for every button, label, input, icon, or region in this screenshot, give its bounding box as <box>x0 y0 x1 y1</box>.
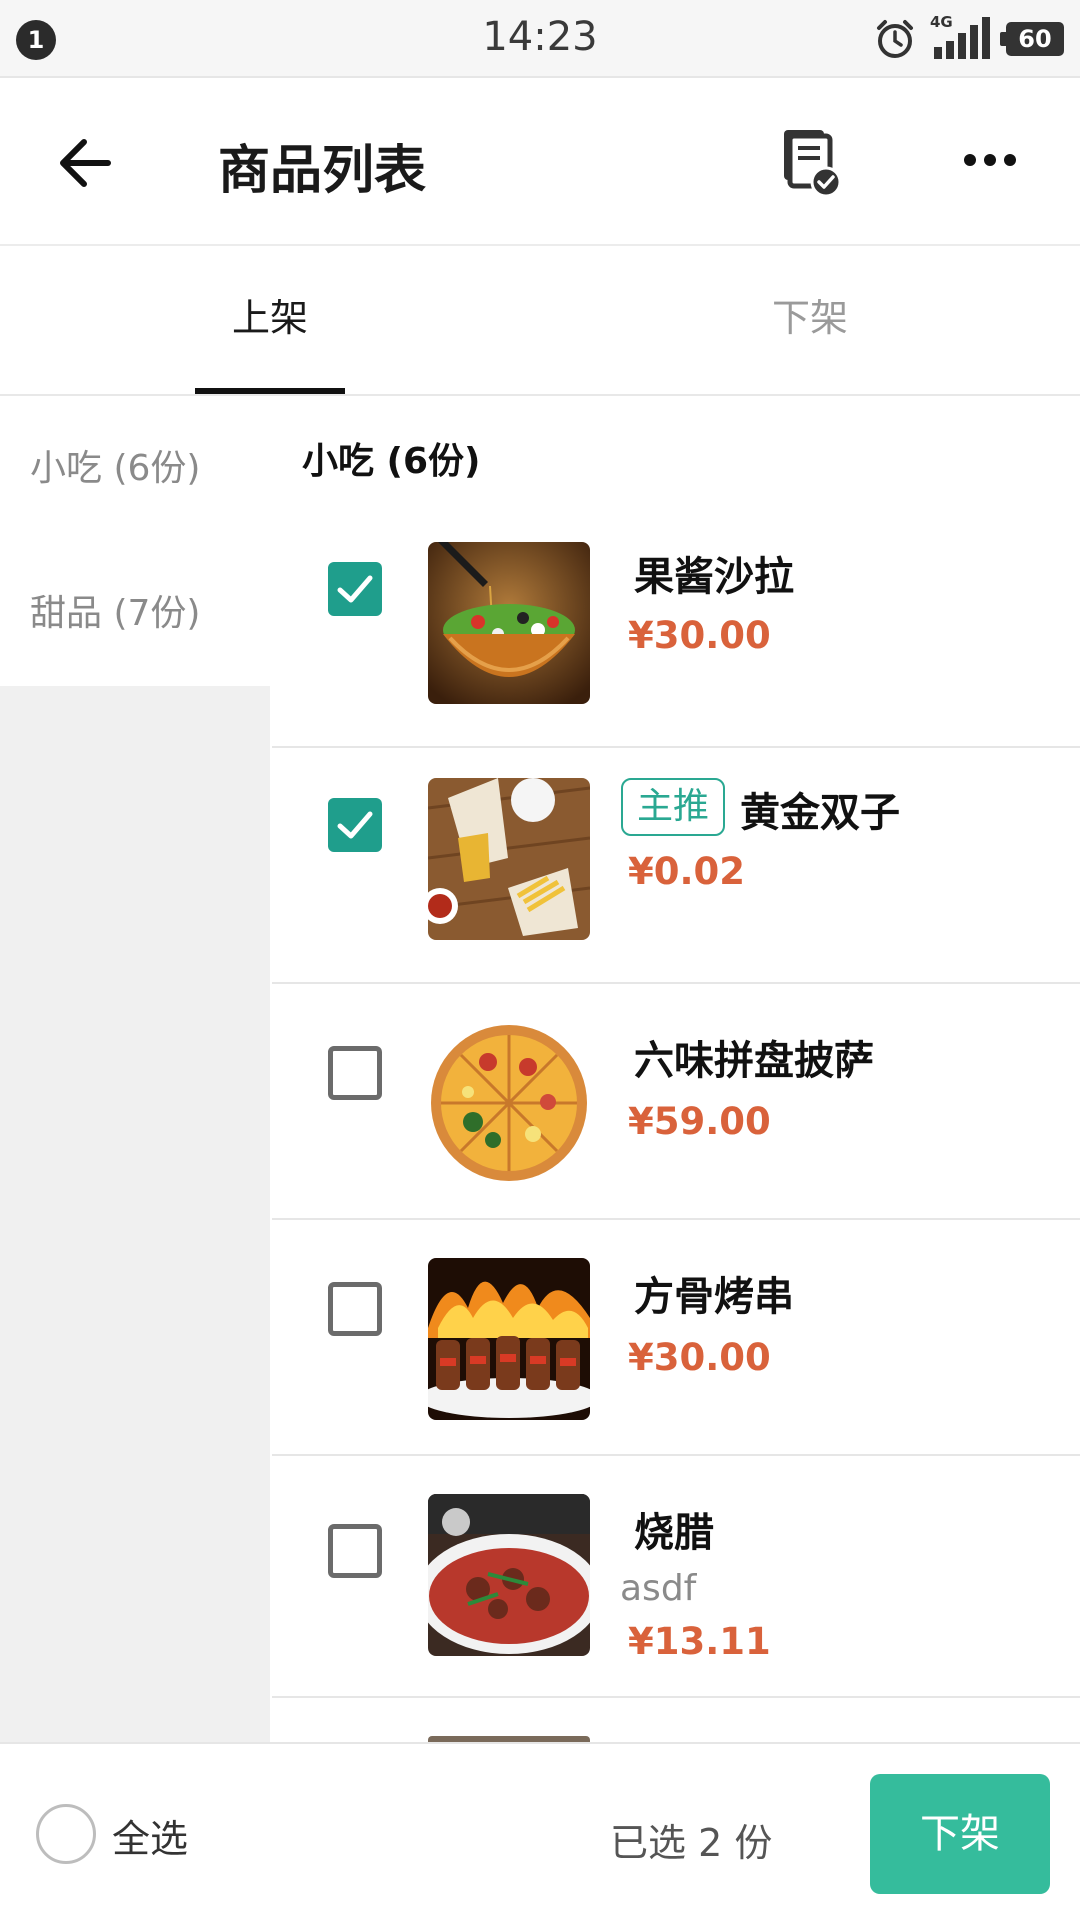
item-checkbox[interactable] <box>328 562 382 616</box>
product-image-skewers <box>428 1258 590 1420</box>
item-price: ¥30.00 <box>628 614 771 657</box>
section-title: 小吃 (6份) <box>302 441 481 482</box>
product-image-fries <box>428 778 590 940</box>
status-icons: 4G 60 <box>874 13 1064 62</box>
take-down-button[interactable]: 下架 <box>870 1774 1050 1894</box>
battery-icon: 60 <box>1000 22 1064 56</box>
active-tab-indicator <box>195 388 345 394</box>
checkmark-icon <box>337 811 373 839</box>
featured-tag: 主推 <box>621 778 725 836</box>
tab-off-shelf[interactable]: 下架 <box>540 248 1080 394</box>
item-checkbox[interactable] <box>328 1282 382 1336</box>
list-item[interactable]: 主推 黄金双子 ¥0.02 <box>272 748 1080 984</box>
list-item[interactable]: 果酱沙拉 ¥30.00 <box>272 512 1080 748</box>
item-name: 黄金双子 <box>740 790 900 836</box>
select-all-label[interactable]: 全选 <box>112 1808 188 1863</box>
item-price: ¥59.00 <box>628 1100 771 1143</box>
item-checkbox[interactable] <box>328 1046 382 1100</box>
category-sidebar: 小吃 (6份) 甜品 (7份) <box>0 396 270 1742</box>
document-check-icon[interactable] <box>776 126 846 198</box>
category-desserts[interactable]: 甜品 (7份) <box>0 541 270 686</box>
product-image-pizza <box>428 1022 590 1184</box>
screen: 1 14:23 4G 60 商品列表 上架 下架 小吃 (6份) 甜品 (7份)… <box>0 0 1080 1920</box>
item-name: 方骨烤串 <box>634 1274 794 1320</box>
item-checkbox[interactable] <box>328 798 382 852</box>
category-snacks[interactable]: 小吃 (6份) <box>0 396 270 541</box>
item-name: 果酱沙拉 <box>634 554 794 600</box>
app-header: 商品列表 <box>0 80 1080 246</box>
product-list: 小吃 (6份) 果酱沙拉 ¥30.00 主推 黄金双子 ¥0.02 六味拼盘披萨… <box>272 396 1080 1742</box>
item-price: ¥0.02 <box>628 850 746 893</box>
alarm-icon <box>877 20 913 58</box>
page-title: 商品列表 <box>218 141 427 201</box>
bottom-action-bar: 全选 已选 2 份 下架 <box>0 1742 1080 1920</box>
more-dots-icon[interactable] <box>960 130 1020 190</box>
back-arrow-icon[interactable] <box>52 128 122 198</box>
product-image-roast <box>428 1494 590 1656</box>
item-price: ¥13.11 <box>628 1620 771 1663</box>
item-checkbox[interactable] <box>328 1524 382 1578</box>
item-description: asdf <box>620 1568 697 1609</box>
list-item[interactable]: 方骨烤串 ¥30.00 <box>272 1220 1080 1456</box>
select-all-radio[interactable] <box>36 1804 96 1864</box>
product-image-salad <box>428 542 590 704</box>
checkmark-icon <box>337 575 373 603</box>
network-type: 4G <box>930 13 953 31</box>
item-price: ¥30.00 <box>628 1336 771 1379</box>
status-bar: 1 14:23 4G 60 <box>0 0 1080 78</box>
item-name: 六味拼盘披萨 <box>634 1038 874 1084</box>
item-name: 烧腊 <box>634 1510 714 1556</box>
list-item[interactable]: 烧腊 asdf ¥13.11 <box>272 1456 1080 1698</box>
signal-icon: 4G <box>930 13 992 61</box>
list-item[interactable]: 六味拼盘披萨 ¥59.00 <box>272 984 1080 1220</box>
selected-count: 已选 2 份 <box>610 1821 773 1865</box>
tab-on-shelf[interactable]: 上架 <box>0 248 540 394</box>
tab-bar: 上架 下架 <box>0 248 1080 396</box>
